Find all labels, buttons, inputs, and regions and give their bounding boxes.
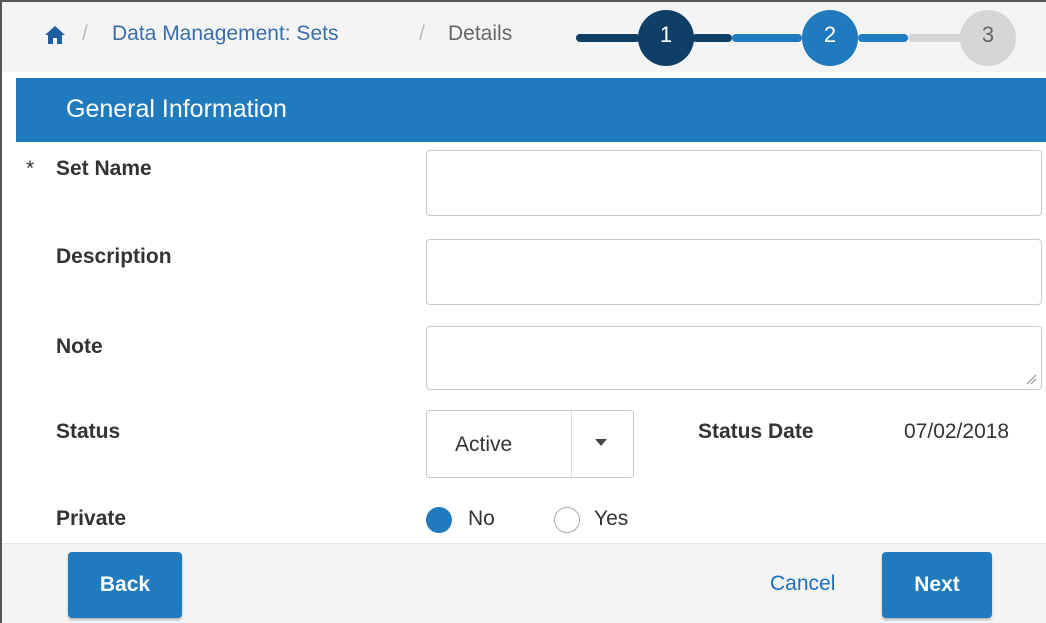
cancel-button[interactable]: Cancel <box>770 572 835 596</box>
status-date-label: Status Date <box>698 420 814 443</box>
note-textarea[interactable] <box>426 326 1042 390</box>
status-date-value: 07/02/2018 <box>904 420 1010 443</box>
private-no-label[interactable]: No <box>468 507 495 531</box>
chevron-down-icon <box>595 439 607 446</box>
breadcrumb-details: Details <box>448 22 513 45</box>
description-label: Description <box>56 245 172 268</box>
stepper-connector <box>908 34 964 42</box>
description-input[interactable] <box>426 239 1042 305</box>
status-select[interactable]: Active <box>426 410 634 478</box>
status-label: Status <box>56 420 121 443</box>
resize-grip-icon[interactable] <box>1025 373 1037 385</box>
required-mark: * <box>26 157 35 180</box>
section-title: General Information <box>66 95 287 123</box>
private-label: Private <box>56 507 127 530</box>
step-2[interactable]: 2 <box>802 10 858 66</box>
private-no-radio[interactable] <box>426 507 452 533</box>
set-name-input[interactable] <box>426 150 1042 216</box>
next-button[interactable]: Next <box>882 552 992 618</box>
breadcrumb-separator: / <box>82 22 88 45</box>
step-3[interactable]: 3 <box>960 10 1016 66</box>
stepper-connector <box>858 34 908 42</box>
back-button[interactable]: Back <box>68 552 182 618</box>
wizard-frame: / Data Management: Sets / Details 1 2 3 … <box>0 0 1046 623</box>
private-yes-label[interactable]: Yes <box>594 507 628 531</box>
step-1[interactable]: 1 <box>638 10 694 66</box>
status-select-value: Active <box>455 433 513 456</box>
stepper-connector <box>576 34 640 42</box>
home-icon[interactable] <box>44 25 66 45</box>
breadcrumb-data-management-sets[interactable]: Data Management: Sets <box>112 22 338 46</box>
breadcrumb-bar: / Data Management: Sets / Details 1 2 3 <box>2 2 1046 72</box>
note-label: Note <box>56 335 103 358</box>
section-header: General Information <box>16 78 1046 142</box>
private-yes-radio[interactable] <box>554 507 580 533</box>
set-name-label: Set Name <box>56 157 152 180</box>
breadcrumb-separator: / <box>419 22 425 45</box>
wizard-footer: Back Cancel Next <box>2 543 1046 623</box>
select-divider <box>571 411 572 477</box>
stepper-connector <box>692 34 732 42</box>
stepper-connector <box>732 34 802 42</box>
